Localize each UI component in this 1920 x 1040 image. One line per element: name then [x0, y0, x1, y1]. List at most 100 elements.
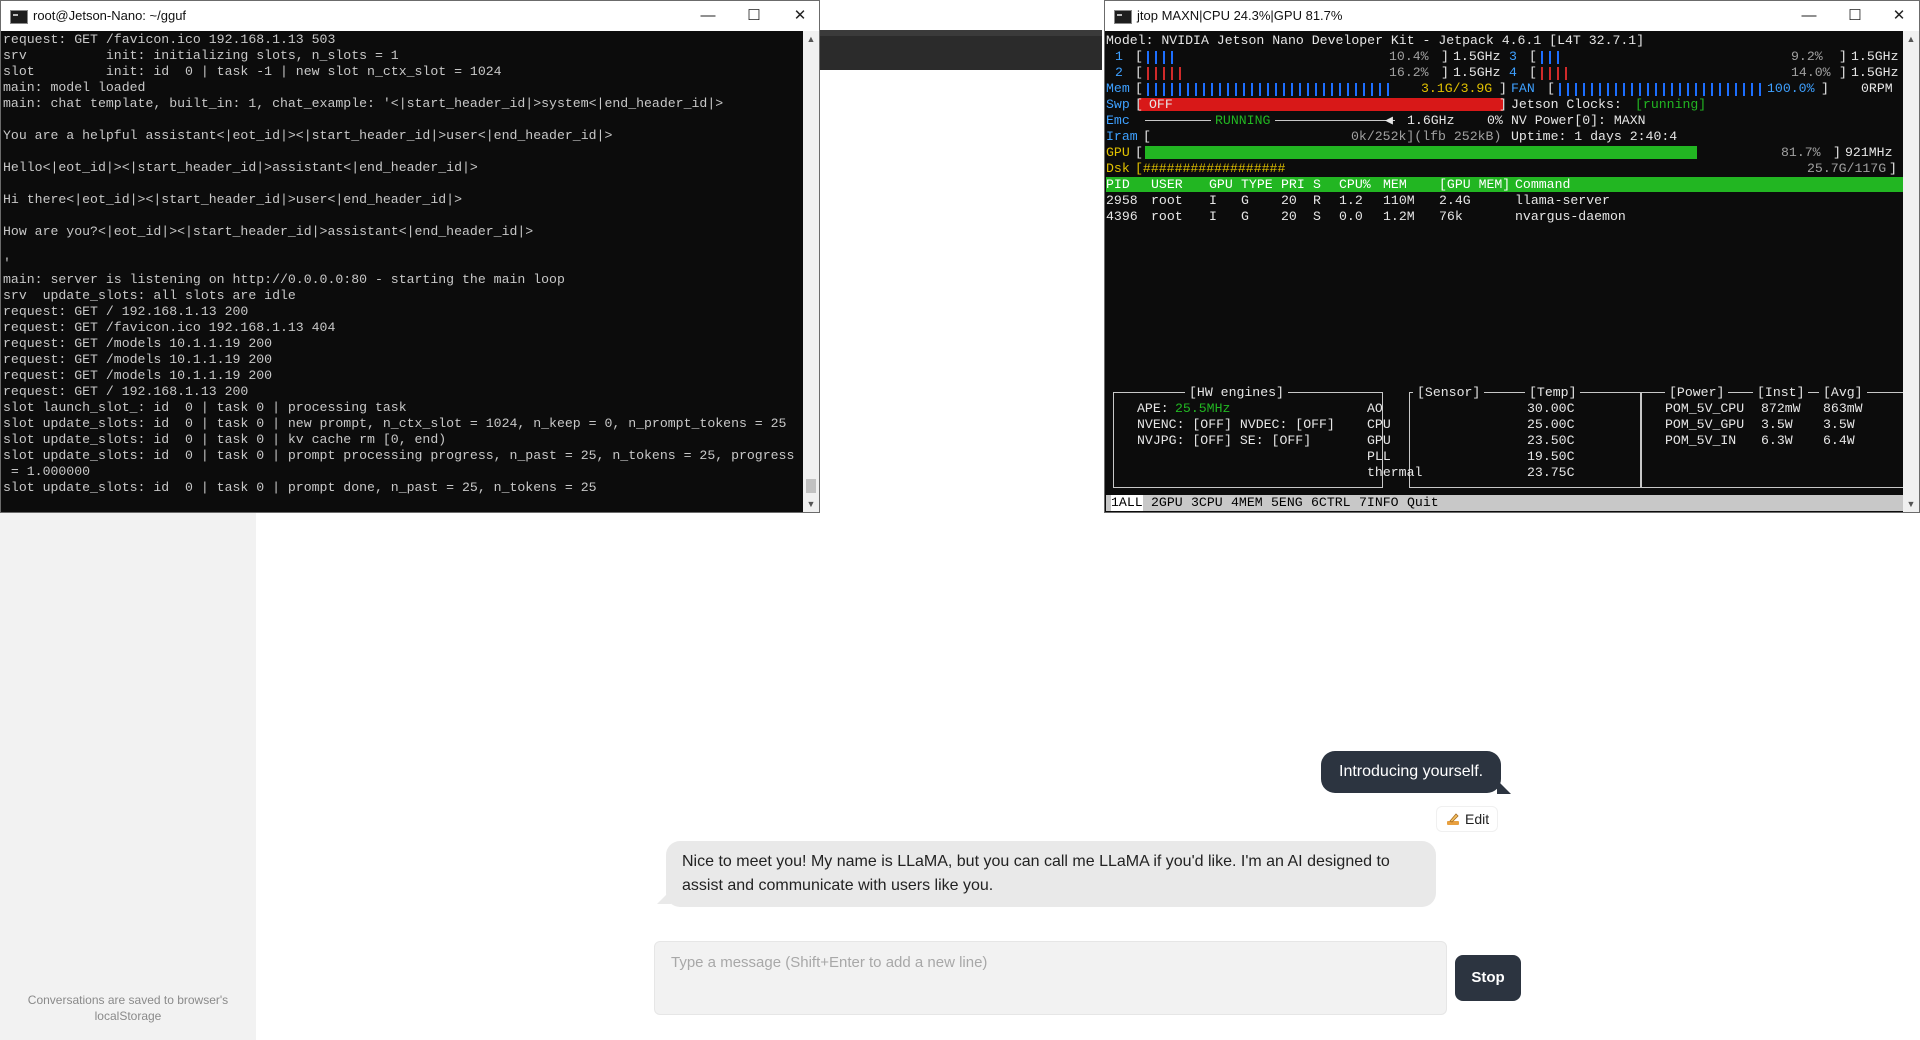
jtop-tab-2gpu[interactable]: 2GPU: [1151, 495, 1183, 511]
cpu1-bracket: [: [1135, 49, 1143, 64]
scroll-thumb[interactable]: [806, 479, 816, 493]
jtop-console-scrollbar[interactable]: ▲ ▼: [1903, 31, 1919, 512]
cpu1-freq: 1.5GHz: [1453, 49, 1501, 64]
process-cell: I: [1209, 209, 1217, 224]
message-composer: [654, 941, 1447, 1015]
cpu2-bracket: [: [1135, 65, 1143, 80]
swp-value: OFF: [1149, 97, 1173, 112]
maximize-button[interactable]: ☐: [731, 1, 777, 31]
jtop-console-window: jtop MAXN|CPU 24.3%|GPU 81.7% — ☐ ✕ Mode…: [1104, 0, 1920, 513]
process-header-cell[interactable]: PRI: [1281, 177, 1305, 193]
gpu-close: ]: [1833, 145, 1841, 160]
cpu4-bracket: [: [1529, 65, 1537, 80]
user-bubble-tail: [1497, 780, 1511, 794]
cpu2-id: 2: [1115, 65, 1123, 80]
cpu3-bar: [1541, 51, 1565, 64]
scroll-down-arrow-icon[interactable]: ▼: [803, 496, 819, 512]
cpu3-bracket: [: [1529, 49, 1537, 64]
process-cell: 20: [1281, 209, 1297, 224]
process-header-cell[interactable]: MEM: [1383, 177, 1407, 193]
log-line: slot update_slots: id 0 | task 0 | promp…: [3, 480, 597, 495]
log-line: srv init: initializing slots, n_slots = …: [3, 48, 399, 63]
scroll-up-arrow-icon[interactable]: ▲: [1903, 31, 1919, 47]
process-header-cell[interactable]: PID: [1106, 177, 1130, 193]
sensor-name: GPU: [1367, 433, 1391, 448]
process-header-cell[interactable]: S: [1313, 177, 1321, 193]
emc-line-right: [1275, 120, 1395, 121]
server-console-scrollbar[interactable]: ▲ ▼: [803, 31, 819, 512]
log-line: Hello<|eot_id|><|start_header_id|>assist…: [3, 160, 478, 175]
edit-button[interactable]: Edit: [1436, 806, 1499, 832]
process-cell: 76k: [1439, 209, 1463, 224]
cpu4-id: 4: [1509, 65, 1517, 80]
mem-bracket: [: [1135, 81, 1143, 96]
jtop-tab-5eng[interactable]: 5ENG: [1271, 495, 1303, 511]
gpu-freq: 921MHz: [1845, 145, 1893, 160]
jtop-tab-6ctrl[interactable]: 6CTRL: [1311, 495, 1351, 511]
jtop-tab-1all[interactable]: 1ALL: [1111, 495, 1143, 511]
jtop-console-titlebar[interactable]: jtop MAXN|CPU 24.3%|GPU 81.7% — ☐ ✕: [1105, 1, 1919, 31]
jtop-tab-3cpu[interactable]: 3CPU: [1191, 495, 1223, 511]
cpu2-bar: [1147, 67, 1187, 80]
sensor-name: thermal: [1367, 465, 1423, 480]
sensor-name: CPU: [1367, 417, 1391, 432]
cpu2-pct: 16.2%: [1389, 65, 1429, 80]
process-cell: G: [1241, 193, 1249, 208]
maximize-button[interactable]: ☐: [1832, 1, 1878, 31]
gpu-pct: 81.7%: [1781, 145, 1821, 160]
process-header-cell[interactable]: GPU: [1209, 177, 1233, 193]
power-rail-value: 6.4W: [1823, 433, 1855, 448]
background-window-strip: [818, 30, 1102, 70]
cpu3-freq: 1.5GHz: [1851, 49, 1899, 64]
close-button[interactable]: ✕: [1876, 1, 1920, 31]
log-line: request: GET /models 10.1.1.19 200: [3, 352, 273, 367]
sensor-box: [1409, 392, 1641, 488]
minimize-button[interactable]: —: [1786, 1, 1832, 31]
process-header-cell[interactable]: TYPE: [1241, 177, 1273, 193]
stop-button[interactable]: Stop: [1455, 955, 1521, 1001]
model-line: Model: NVIDIA Jetson Nano Developer Kit …: [1106, 33, 1645, 48]
console-app-icon: [10, 10, 28, 24]
jtop-tab-4mem[interactable]: 4MEM: [1231, 495, 1263, 511]
log-line: request: GET /favicon.ico 192.168.1.13 5…: [3, 32, 336, 47]
cpu3-close: ]: [1839, 49, 1847, 64]
server-console-titlebar[interactable]: root@Jetson-Nano: ~/gguf — ☐ ✕: [1, 1, 819, 31]
sensor-name: PLL: [1367, 449, 1391, 464]
cpu1-bar: [1147, 51, 1175, 64]
close-button[interactable]: ✕: [777, 1, 823, 31]
message-input[interactable]: [655, 942, 1446, 1014]
log-line: main: model loaded: [3, 80, 146, 95]
mem-close: ]: [1499, 81, 1507, 96]
log-line: srv update_slots: all slots are idle: [3, 288, 296, 303]
power-rail-name: POM_5V_IN: [1665, 433, 1737, 448]
process-header-cell[interactable]: Command: [1515, 177, 1570, 193]
process-header-cell[interactable]: [GPU MEM]: [1439, 177, 1510, 193]
user-message-bubble: Introducing yourself.: [1321, 751, 1502, 793]
scroll-down-arrow-icon[interactable]: ▼: [1903, 496, 1919, 512]
minimize-button[interactable]: —: [685, 1, 731, 31]
power-rail-value: 863mW: [1823, 401, 1863, 416]
emc-pct: 0%: [1487, 113, 1503, 128]
power-rail-name: POM_5V_CPU: [1665, 401, 1745, 416]
jtop-console-title: jtop MAXN|CPU 24.3%|GPU 81.7%: [1137, 8, 1343, 23]
iram-value: 0k/252k](lfb 252kB): [1351, 129, 1502, 144]
cpu4-freq: 1.5GHz: [1851, 65, 1899, 80]
jtop-tab-7info[interactable]: 7INFO: [1359, 495, 1399, 511]
sensor-temp: 23.75C: [1527, 465, 1575, 480]
process-cell: 20: [1281, 193, 1297, 208]
scroll-up-arrow-icon[interactable]: ▲: [803, 31, 819, 47]
assistant-bubble-tail: [657, 890, 671, 904]
emc-line-left: [1145, 120, 1211, 121]
jtop-tab-quit[interactable]: Quit: [1407, 495, 1439, 511]
mem-bar: [1147, 83, 1395, 96]
cpu4-pct: 14.0%: [1791, 65, 1831, 80]
log-line: main: chat template, built_in: 1, chat_e…: [3, 96, 724, 111]
process-cell: 1.2: [1339, 193, 1363, 208]
jetson-clocks-label: Jetson Clocks:: [1511, 97, 1622, 112]
emc-status: RUNNING: [1215, 113, 1271, 128]
process-header-cell[interactable]: CPU%: [1339, 177, 1371, 193]
process-header-cell[interactable]: USER: [1151, 177, 1183, 193]
